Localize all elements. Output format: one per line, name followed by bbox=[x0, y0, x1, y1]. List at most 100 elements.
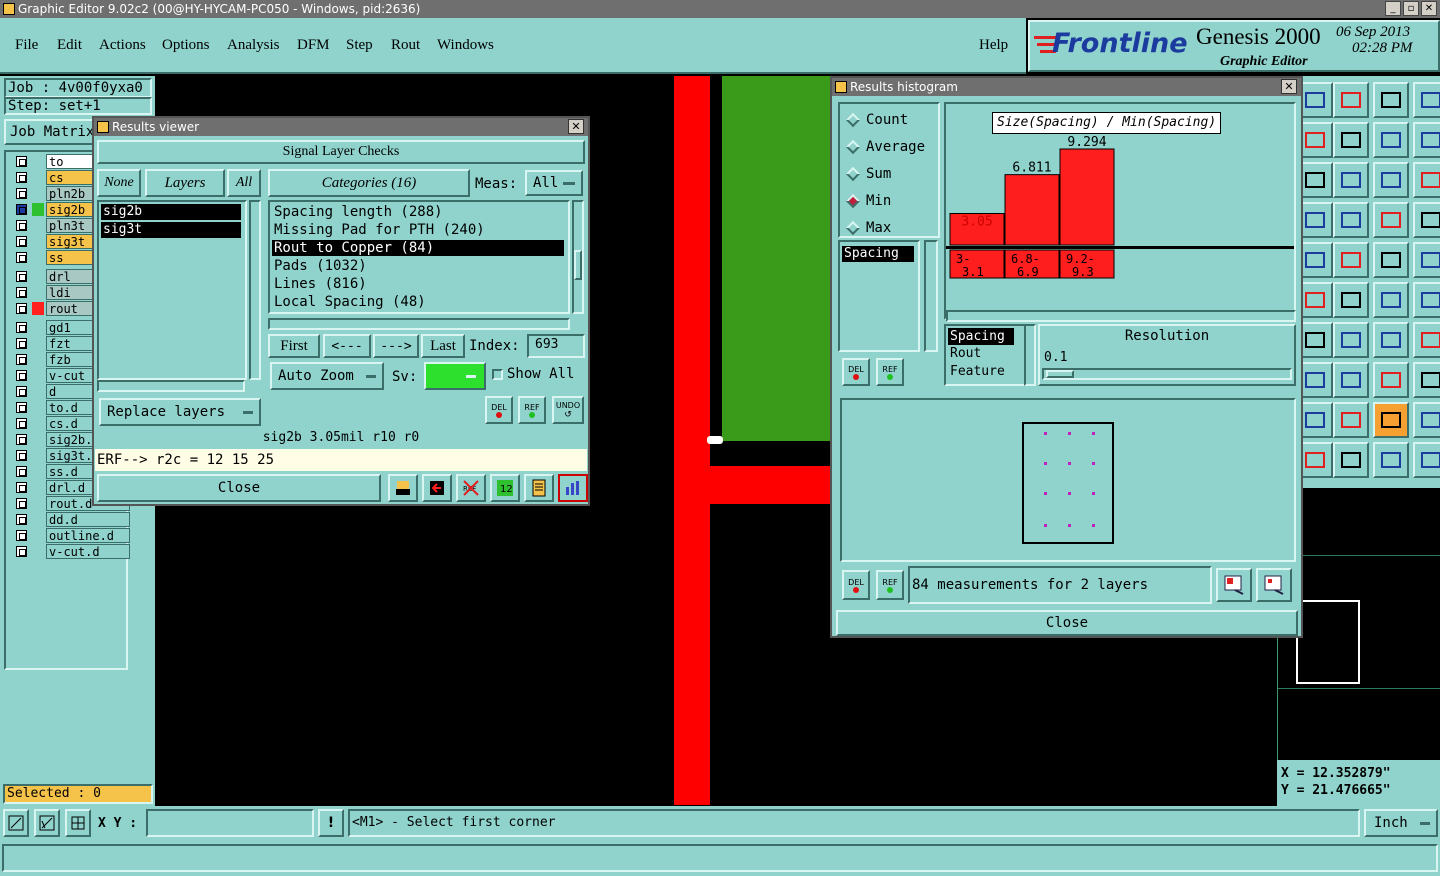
layer-list-hscrollbar[interactable] bbox=[97, 380, 245, 392]
show-all-checkbox[interactable] bbox=[492, 369, 503, 380]
grid-tool-icon[interactable] bbox=[65, 809, 91, 837]
toolbar-tool-icon[interactable] bbox=[1373, 82, 1409, 118]
toolbar-tool-icon[interactable] bbox=[1413, 82, 1440, 118]
layer-row[interactable]: dd.d bbox=[12, 512, 130, 527]
histogram-list-scrollbar[interactable] bbox=[924, 240, 938, 352]
close-results-viewer-button[interactable]: Close bbox=[97, 474, 381, 502]
prev-button[interactable]: <--- bbox=[323, 334, 371, 358]
category-item[interactable]: Local Spacing (48) bbox=[272, 294, 564, 310]
resolution-slider[interactable] bbox=[1042, 368, 1292, 380]
sort-option-feature[interactable]: Feature bbox=[950, 364, 1005, 379]
categories-hscrollbar[interactable] bbox=[268, 318, 570, 330]
toolbar-tool-icon[interactable] bbox=[1333, 362, 1369, 398]
histogram-list-item[interactable]: Spacing bbox=[842, 246, 914, 262]
number-tool-icon[interactable]: 12 bbox=[490, 474, 520, 502]
histogram-bar[interactable] bbox=[1004, 174, 1060, 246]
layer-checkbox[interactable] bbox=[16, 482, 27, 493]
menu-step[interactable]: Step bbox=[346, 37, 373, 54]
category-item[interactable]: Pads (1032) bbox=[272, 258, 564, 274]
layer-name[interactable]: outline.d bbox=[46, 528, 130, 543]
toolbar-tool-icon[interactable] bbox=[1413, 322, 1440, 358]
meas-select[interactable]: All bbox=[525, 170, 583, 196]
next-button[interactable]: ---> bbox=[373, 334, 419, 358]
histogram-del-button[interactable]: DEL bbox=[842, 358, 870, 386]
toolbar-tool-icon[interactable] bbox=[1373, 242, 1409, 278]
category-item[interactable]: Spacing length (288) bbox=[272, 204, 564, 220]
toolbar-tool-icon[interactable] bbox=[1413, 402, 1440, 438]
category-item[interactable]: Missing Pad for PTH (240) bbox=[272, 222, 564, 238]
menu-windows[interactable]: Windows bbox=[437, 37, 494, 54]
toolbar-tool-icon[interactable] bbox=[1333, 282, 1369, 318]
histogram-bar[interactable] bbox=[1059, 148, 1115, 246]
toolbar-tool-icon[interactable] bbox=[1373, 442, 1409, 478]
highlight-tool-icon[interactable] bbox=[388, 474, 418, 502]
all-layers-button[interactable]: All bbox=[227, 169, 261, 197]
layer-checkbox[interactable] bbox=[16, 220, 27, 231]
layer-checkbox[interactable] bbox=[16, 252, 27, 263]
histogram-ref-button[interactable]: REF bbox=[876, 358, 904, 386]
scrollbar-thumb[interactable] bbox=[574, 250, 582, 280]
auto-zoom-select[interactable]: Auto Zoom bbox=[270, 362, 384, 390]
sort-list-scrollbar[interactable] bbox=[1024, 324, 1036, 386]
info-icon[interactable]: ! bbox=[318, 809, 344, 837]
result-layer-item[interactable]: sig2b bbox=[101, 204, 241, 220]
units-select[interactable]: Inch bbox=[1364, 809, 1438, 837]
layer-name[interactable]: dd.d bbox=[46, 512, 130, 527]
layer-results-list[interactable]: sig2b sig3t bbox=[97, 200, 247, 380]
categories-button[interactable]: Categories (16) bbox=[268, 169, 470, 197]
toolbar-tool-icon[interactable] bbox=[1333, 122, 1369, 158]
layer-checkbox[interactable] bbox=[16, 322, 27, 333]
toolbar-tool-icon[interactable] bbox=[1333, 322, 1369, 358]
layer-checkbox[interactable] bbox=[16, 303, 27, 314]
toolbar-tool-icon[interactable] bbox=[1333, 82, 1369, 118]
layer-checkbox[interactable] bbox=[16, 546, 27, 557]
toolbar-tool-icon[interactable] bbox=[1413, 442, 1440, 478]
exit-tool-icon[interactable] bbox=[422, 474, 452, 502]
ref-delete-icon[interactable]: REF bbox=[456, 474, 486, 502]
layer-checkbox[interactable] bbox=[16, 530, 27, 541]
replace-layers-select[interactable]: Replace layers bbox=[99, 398, 261, 426]
minimize-button[interactable]: _ bbox=[1385, 1, 1401, 16]
layer-list-scrollbar[interactable] bbox=[249, 200, 261, 380]
close-icon[interactable]: ✕ bbox=[1281, 79, 1297, 94]
toolbar-tool-icon[interactable] bbox=[1413, 362, 1440, 398]
mode-radio-average[interactable] bbox=[845, 139, 861, 155]
layer-checkbox[interactable] bbox=[16, 188, 27, 199]
layer-checkbox[interactable] bbox=[16, 402, 27, 413]
snap-tool-icon[interactable] bbox=[3, 809, 29, 837]
chart-hscrollbar[interactable] bbox=[946, 310, 1296, 322]
layer-checkbox[interactable] bbox=[16, 271, 27, 282]
menu-analysis[interactable]: Analysis bbox=[227, 37, 280, 54]
sort-option-spacing[interactable]: Spacing bbox=[948, 328, 1014, 345]
mode-radio-min[interactable] bbox=[845, 193, 861, 209]
category-item[interactable]: Lines (816) bbox=[272, 276, 564, 292]
toolbar-tool-icon[interactable] bbox=[1413, 122, 1440, 158]
index-input[interactable]: 693 bbox=[527, 334, 585, 358]
last-button[interactable]: Last bbox=[421, 334, 465, 358]
toolbar-tool-icon[interactable] bbox=[1373, 282, 1409, 318]
del-button[interactable]: DEL bbox=[485, 396, 513, 424]
layer-checkbox[interactable] bbox=[16, 498, 27, 509]
categories-list[interactable]: Spacing length (288) Missing Pad for PTH … bbox=[268, 200, 570, 314]
layer-checkbox[interactable] bbox=[16, 204, 27, 215]
preview-ref-button[interactable]: REF bbox=[876, 570, 904, 600]
histogram-tool-icon[interactable] bbox=[558, 474, 588, 502]
layer-checkbox[interactable] bbox=[16, 450, 27, 461]
menu-rout[interactable]: Rout bbox=[391, 37, 420, 54]
toolbar-tool-icon[interactable] bbox=[1373, 162, 1409, 198]
toolbar-tool-icon[interactable] bbox=[1333, 162, 1369, 198]
toolbar-tool-icon[interactable] bbox=[1373, 362, 1409, 398]
layer-checkbox[interactable] bbox=[16, 418, 27, 429]
layer-checkbox[interactable] bbox=[16, 172, 27, 183]
report-tool-icon[interactable] bbox=[524, 474, 554, 502]
category-item[interactable]: Rout to Copper (84) bbox=[272, 240, 564, 256]
sort-option-rout[interactable]: Rout bbox=[950, 346, 981, 361]
toolbar-tool-icon[interactable] bbox=[1333, 402, 1369, 438]
layer-checkbox[interactable] bbox=[16, 156, 27, 167]
none-button[interactable]: None bbox=[97, 169, 141, 197]
mode-radio-max[interactable] bbox=[845, 220, 861, 236]
close-window-button[interactable]: ✕ bbox=[1421, 1, 1437, 16]
close-histogram-button[interactable]: Close bbox=[836, 610, 1298, 636]
toolbar-tool-icon[interactable] bbox=[1413, 242, 1440, 278]
layer-checkbox[interactable] bbox=[16, 386, 27, 397]
